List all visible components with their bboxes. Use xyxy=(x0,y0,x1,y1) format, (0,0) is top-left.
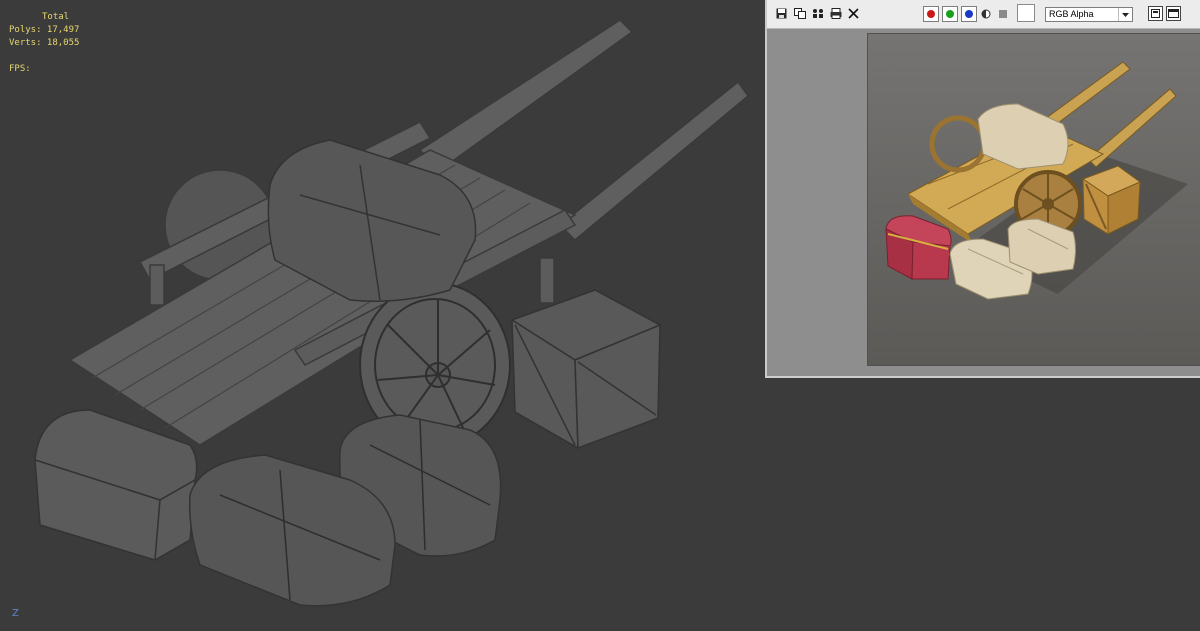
copy-icon[interactable] xyxy=(793,7,806,20)
rendered-image xyxy=(867,33,1200,366)
clone-icon[interactable] xyxy=(811,7,824,20)
print-icon[interactable] xyxy=(829,7,842,20)
stats-verts: Verts: 18,055 xyxy=(9,38,80,48)
chevron-down-icon xyxy=(1118,8,1132,21)
rendered-frame-window[interactable]: RGB Alpha xyxy=(765,0,1200,378)
monochrome-icon[interactable] xyxy=(996,7,1009,20)
red-channel-toggle[interactable] xyxy=(923,6,939,22)
red-channel-icon xyxy=(927,10,935,18)
display-channel-value: RGB Alpha xyxy=(1049,9,1094,19)
rendered-cart-image xyxy=(868,34,1200,365)
display-channel-dropdown[interactable]: RGB Alpha xyxy=(1045,7,1133,22)
axis-label: Z xyxy=(12,608,19,619)
restore-icon xyxy=(1151,9,1160,18)
cart-wireframe-model xyxy=(34,19,750,607)
maximize-icon xyxy=(1168,9,1179,18)
blue-channel-icon xyxy=(965,10,973,18)
green-channel-icon xyxy=(946,10,954,18)
frame-buffer-toolbar: RGB Alpha xyxy=(767,0,1200,29)
green-channel-toggle[interactable] xyxy=(942,6,958,22)
stats-fps: FPS: xyxy=(9,64,31,74)
axis-gizmo-icon: Z xyxy=(12,608,19,619)
blue-channel-toggle[interactable] xyxy=(961,6,977,22)
save-icon[interactable] xyxy=(775,7,788,20)
restore-window-button[interactable] xyxy=(1148,6,1163,21)
stats-polys: Polys: 17,497 xyxy=(9,25,80,35)
alpha-channel-icon[interactable] xyxy=(979,7,992,20)
stats-total-label: Total xyxy=(42,12,70,22)
color-swatch[interactable] xyxy=(1017,4,1035,22)
clear-icon[interactable] xyxy=(847,7,860,20)
viewport-statistics: Total Polys: 17,497 Verts: 18,055 FPS: xyxy=(9,11,79,76)
maximize-window-button[interactable] xyxy=(1166,6,1181,21)
